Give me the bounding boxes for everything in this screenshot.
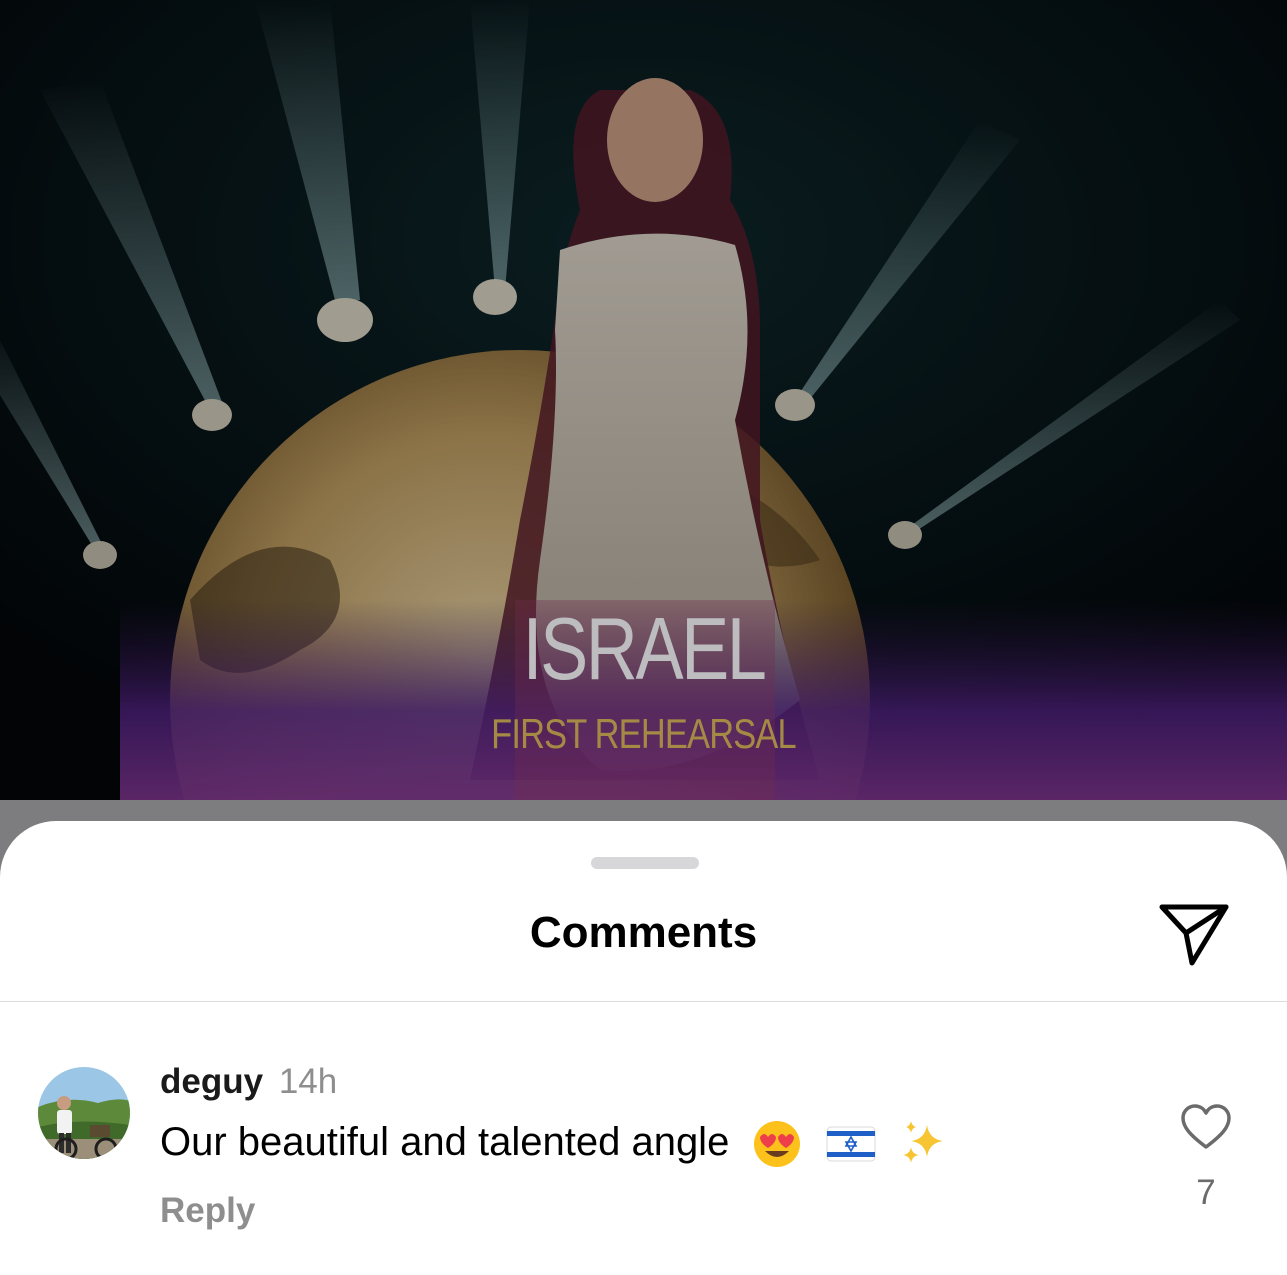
comment-item: deguy 14h Our beautiful and talented ang… <box>0 1051 1287 1231</box>
paper-plane-icon <box>1159 904 1229 966</box>
screen: ISRAEL FIRST REHEARSAL Comments deguy 14… <box>0 0 1287 1275</box>
reply-button[interactable]: Reply <box>160 1191 255 1231</box>
comment-meta: deguy 14h <box>160 1062 338 1102</box>
sheet-grabber[interactable] <box>591 857 699 869</box>
share-button[interactable] <box>1156 901 1232 969</box>
comments-sheet: Comments deguy 14h Our beautiful and tal… <box>0 821 1287 1275</box>
heart-eyes-emoji <box>754 1121 801 1168</box>
comment-body: Our beautiful and talented angle <box>160 1119 949 1169</box>
post-image: ISRAEL FIRST REHEARSAL <box>0 0 1287 802</box>
like-count: 7 <box>1196 1173 1216 1212</box>
comment-timestamp: 14h <box>278 1062 338 1101</box>
heart-outline-icon <box>1181 1104 1231 1149</box>
header-divider <box>0 1001 1287 1002</box>
sparkles-emoji <box>902 1121 943 1164</box>
comment-username[interactable]: deguy <box>160 1062 263 1101</box>
like-button[interactable] <box>1180 1103 1232 1151</box>
avatar-photo <box>38 1067 130 1159</box>
post-overlay-subtitle: FIRST REHEARSAL <box>491 710 797 757</box>
sheet-title: Comments <box>529 908 758 957</box>
comment-text: Our beautiful and talented angle <box>160 1120 730 1164</box>
avatar[interactable] <box>38 1067 130 1159</box>
post-overlay-title: ISRAEL <box>522 599 767 698</box>
israel-flag-emoji <box>826 1126 876 1162</box>
